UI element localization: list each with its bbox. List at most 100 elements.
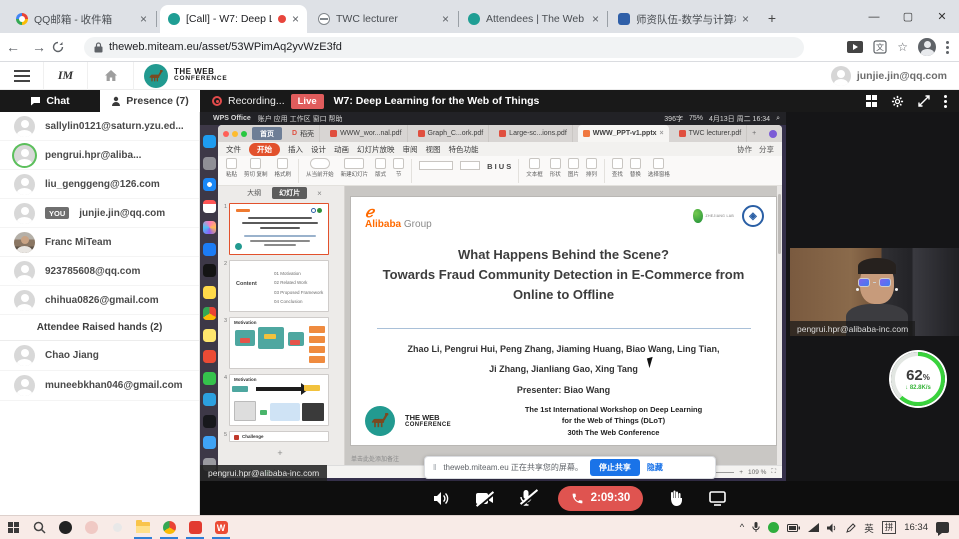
telegram-icon[interactable] xyxy=(203,393,216,406)
layout-button[interactable]: 版式 xyxy=(375,158,386,178)
browser-tab-twc-lecturer[interactable]: TWC lecturer × xyxy=(310,5,457,33)
shapes-button[interactable]: 形状 xyxy=(550,158,561,178)
wps-taskbar-icon[interactable]: W xyxy=(208,516,234,539)
window-close-button[interactable]: ✕ xyxy=(925,0,959,33)
selection-pane-button[interactable]: 选择窗格 xyxy=(648,158,670,178)
tray-chevron-icon[interactable]: ^ xyxy=(740,522,744,533)
camera-off-icon[interactable] xyxy=(476,492,494,505)
notes-icon[interactable] xyxy=(203,286,216,299)
hamburger-menu-icon[interactable] xyxy=(0,62,44,90)
calendar-icon[interactable] xyxy=(203,200,216,213)
forward-icon[interactable]: → xyxy=(26,39,52,55)
raised-hand-row[interactable]: muneebkhan046@gmail.com xyxy=(0,371,199,401)
profile-avatar[interactable] xyxy=(918,38,936,56)
current-slide[interactable]: ℯ Alibaba Group ZHEJIANG LAB ◈ xyxy=(351,197,776,445)
new-tab-button[interactable]: + xyxy=(762,9,782,29)
ribbon-tab-view[interactable]: 视图 xyxy=(426,144,441,155)
mic-off-icon[interactable] xyxy=(520,490,532,506)
tab-close-icon[interactable]: × xyxy=(292,13,299,25)
participant-row[interactable]: Franc MiTeam xyxy=(0,228,199,257)
hide-notice-link[interactable]: 隐藏 xyxy=(647,462,663,473)
tab-close-icon[interactable]: × xyxy=(592,13,599,25)
section-button[interactable]: 节 xyxy=(393,158,404,178)
ribbon-tab-features[interactable]: 特色功能 xyxy=(449,144,479,155)
speaker-icon[interactable] xyxy=(433,491,450,506)
file-explorer-icon[interactable] xyxy=(130,516,156,539)
fullscreen-expand-icon[interactable] xyxy=(918,95,930,107)
ribbon-tab-review[interactable]: 审阅 xyxy=(403,144,418,155)
ribbon-tab-design[interactable]: 设计 xyxy=(311,144,326,155)
clock-icon[interactable] xyxy=(203,264,216,277)
ime-pinyin-indicator[interactable]: 拼 xyxy=(882,521,897,534)
browser-tab-faculty[interactable]: 师资队伍-数学与计算机学院 × xyxy=(610,5,757,33)
format-painter-button[interactable]: 格式刷 xyxy=(275,158,292,178)
launchpad-icon[interactable] xyxy=(203,157,216,170)
url-field[interactable]: theweb.miteam.eu/asset/53WPimAq2yvWzE3fd xyxy=(84,37,804,58)
wps-home-tab[interactable]: 首页 xyxy=(252,127,282,140)
play-from-current-button[interactable]: 从当前开始 xyxy=(306,158,334,178)
presenter-webcam[interactable]: pengrui.hpr@alibaba-inc.com xyxy=(790,248,959,336)
pinned-app-icon[interactable] xyxy=(104,516,130,539)
font-name-box[interactable] xyxy=(419,161,453,170)
start-button[interactable] xyxy=(0,516,26,539)
mac-traffic-lights[interactable] xyxy=(223,131,247,137)
ribbon-tab-home[interactable]: 开始 xyxy=(249,143,280,156)
ribbon-tab-animation[interactable]: 动画 xyxy=(334,144,349,155)
tray-pen-icon[interactable] xyxy=(846,523,856,533)
ime-language-indicator[interactable]: 英 xyxy=(864,521,874,535)
arrange-button[interactable]: 排列 xyxy=(586,158,597,178)
netease-music-icon[interactable] xyxy=(182,516,208,539)
wps-file-menu[interactable]: 文件 xyxy=(226,144,241,155)
tray-volume-icon[interactable] xyxy=(827,523,838,533)
tab-close-icon[interactable]: × xyxy=(742,13,749,25)
paste-button[interactable]: 粘贴 xyxy=(226,158,237,178)
browser-tab-call-active[interactable]: [Call] - W7: Deep Learning × xyxy=(160,5,307,33)
wps-doc-tab[interactable]: Large-sc...ions.pdf xyxy=(494,125,573,142)
slide-thumbnail-1-selected[interactable] xyxy=(229,203,329,255)
media-control-icon[interactable] xyxy=(847,41,863,53)
tab-presence[interactable]: Presence (7) xyxy=(100,90,200,112)
wps-account-dot[interactable] xyxy=(769,130,777,138)
tab-close-icon[interactable]: × xyxy=(442,13,449,25)
chrome-icon[interactable] xyxy=(203,307,216,320)
window-minimize-button[interactable]: — xyxy=(857,0,891,33)
photos-icon[interactable] xyxy=(203,221,216,234)
notes-hint[interactable]: 单击此处添加备注 xyxy=(351,454,399,463)
miteam-im-logo[interactable]: IM xyxy=(44,62,88,90)
wps-doc-tab[interactable]: Graph_C...ork.pdf xyxy=(413,125,490,142)
notification-center-icon[interactable] xyxy=(936,522,949,533)
cut-copy-button[interactable]: 剪切 复制 xyxy=(244,158,268,178)
panel-close-icon[interactable]: × xyxy=(317,189,322,198)
wps-docer-tab[interactable]: D稻壳 xyxy=(287,125,320,142)
slide-thumbnail-3[interactable]: Motivation xyxy=(229,317,329,369)
zoom-in-icon[interactable]: + xyxy=(739,469,743,476)
zoom-level[interactable]: 109 % xyxy=(748,469,766,476)
taskbar-search-icon[interactable] xyxy=(26,516,52,539)
browser-tab-qqmail[interactable]: QQ邮箱 - 收件箱 × xyxy=(8,5,155,33)
wps-share-button[interactable]: 分享 xyxy=(759,144,774,155)
finder-icon[interactable] xyxy=(203,135,216,148)
pause-share-icon[interactable]: ‖ xyxy=(433,463,436,472)
replace-button[interactable]: 替换 xyxy=(630,158,641,178)
raised-hand-row[interactable]: Chao Jiang xyxy=(0,341,199,371)
participant-row-you[interactable]: YOU junjie.jin@qq.com xyxy=(0,199,199,228)
slides-tab[interactable]: 幻灯片 xyxy=(272,187,307,199)
taskbar-clock[interactable]: 16:34 xyxy=(904,522,928,533)
stickies-icon[interactable] xyxy=(203,329,216,342)
participant-row[interactable]: 923785608@qq.com xyxy=(0,257,199,286)
call-menu-icon[interactable] xyxy=(944,95,947,108)
browser-menu-icon[interactable] xyxy=(946,41,949,54)
tab-close-icon[interactable]: × xyxy=(140,13,147,25)
slide-thumbnail-4[interactable]: Motivation xyxy=(229,374,329,426)
outline-tab[interactable]: 大纲 xyxy=(240,187,268,199)
share-screen-icon[interactable] xyxy=(709,491,726,506)
wps-new-tab-button[interactable]: + xyxy=(752,130,756,137)
canvas-scrollbar[interactable] xyxy=(777,186,782,465)
slide-thumbnail-2[interactable]: Content 01 Motivation 02 Related Work 03… xyxy=(229,260,329,312)
ribbon-tab-insert[interactable]: 插入 xyxy=(288,144,303,155)
bookmark-star-icon[interactable]: ☆ xyxy=(897,40,908,54)
new-slide-button[interactable]: 新建幻灯片 xyxy=(341,158,369,178)
stop-sharing-button[interactable]: 停止共享 xyxy=(590,459,640,476)
folder-icon[interactable] xyxy=(203,436,216,449)
slide-thumbnail-5-partial[interactable]: Challenge xyxy=(229,431,329,442)
